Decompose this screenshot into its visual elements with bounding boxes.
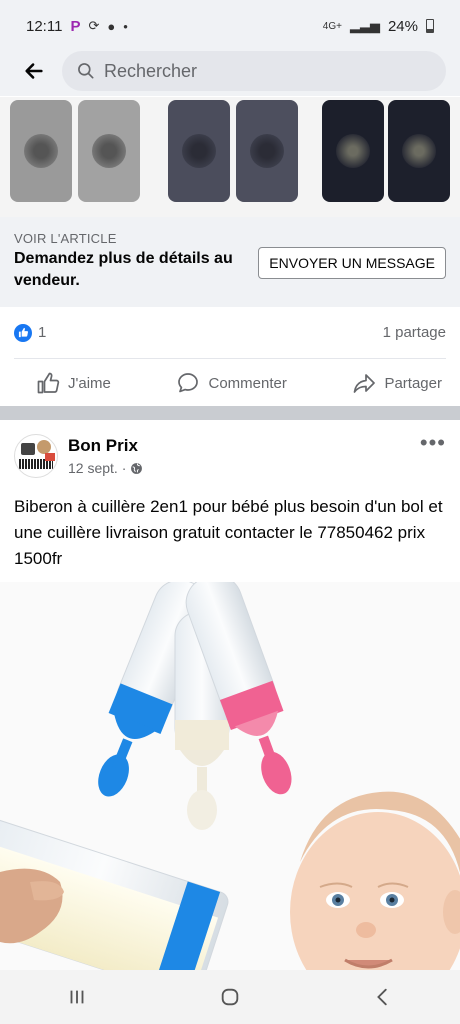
system-nav-bar: [0, 970, 460, 1024]
kneepad-black-right: [388, 100, 450, 202]
kneepad-navy-right: [236, 100, 298, 202]
notification-p-icon: P: [70, 17, 81, 35]
search-icon: [78, 63, 94, 79]
cta-label: VOIR L'ARTICLE: [14, 231, 117, 246]
home-icon[interactable]: [219, 986, 241, 1008]
comment-icon: [178, 373, 199, 393]
cta-title: Demandez plus de détails au vendeur.: [14, 250, 233, 289]
page-name[interactable]: Bon Prix: [68, 436, 420, 456]
search-input[interactable]: [104, 60, 404, 82]
like-count[interactable]: 1: [38, 324, 383, 341]
battery-icon: [426, 19, 434, 33]
recent-apps-icon[interactable]: [66, 986, 88, 1008]
share-icon: [354, 374, 376, 393]
like-button[interactable]: J'aime: [36, 371, 111, 395]
back-arrow-icon: [25, 63, 43, 79]
comment-label: Commenter: [208, 374, 287, 392]
view-article-cta: VOIR L'ARTICLE Demandez plus de détails …: [0, 217, 460, 307]
search-bar[interactable]: [62, 51, 446, 91]
more-icon[interactable]: •••: [420, 430, 446, 456]
post-image[interactable]: [0, 582, 460, 970]
product-image[interactable]: [0, 97, 460, 217]
signal-icon: ▂▃▅: [349, 18, 380, 33]
kneepad-grey-left: [10, 100, 72, 202]
messenger-icon: ⟳: [88, 18, 100, 33]
battery-level: 24%: [387, 17, 418, 35]
share-count[interactable]: 1 partage: [383, 324, 446, 341]
back-button[interactable]: [14, 51, 54, 91]
top-header: [0, 46, 460, 96]
kneepad-black-left: [322, 100, 384, 202]
like-icon: [37, 372, 60, 394]
share-label: Partager: [384, 374, 442, 392]
post-date[interactable]: 12 sept. ·: [68, 460, 126, 476]
page-avatar[interactable]: [14, 434, 58, 478]
network-type: 4G+: [322, 20, 342, 32]
facebook-icon: ●: [107, 18, 116, 34]
bottle-illustration: [0, 582, 460, 970]
status-time: 12:11: [26, 17, 63, 35]
feed-separator: [0, 406, 460, 420]
back-nav-icon[interactable]: [372, 986, 394, 1008]
post-actions: J'aime Commenter Partager: [0, 360, 460, 406]
more-notifications-icon: •: [123, 18, 128, 34]
like-reaction-icon[interactable]: [14, 323, 32, 342]
kneepad-grey-right: [78, 100, 140, 202]
send-message-button[interactable]: ENVOYER UN MESSAGE: [258, 247, 446, 279]
comment-button[interactable]: Commenter: [176, 371, 287, 395]
reactions-bar: 1 1 partage: [14, 307, 446, 359]
like-label: J'aime: [68, 374, 111, 392]
post-header: Bon Prix 12 sept. · •••: [0, 420, 460, 490]
post-text: Biberon à cuillère 2en1 pour bébé plus b…: [14, 497, 443, 568]
globe-icon: [131, 462, 143, 474]
status-bar: 12:11 P ⟳ ● • 4G+ ▂▃▅ 24%: [0, 0, 460, 52]
share-button[interactable]: Partager: [352, 371, 442, 395]
kneepad-navy-left: [168, 100, 230, 202]
